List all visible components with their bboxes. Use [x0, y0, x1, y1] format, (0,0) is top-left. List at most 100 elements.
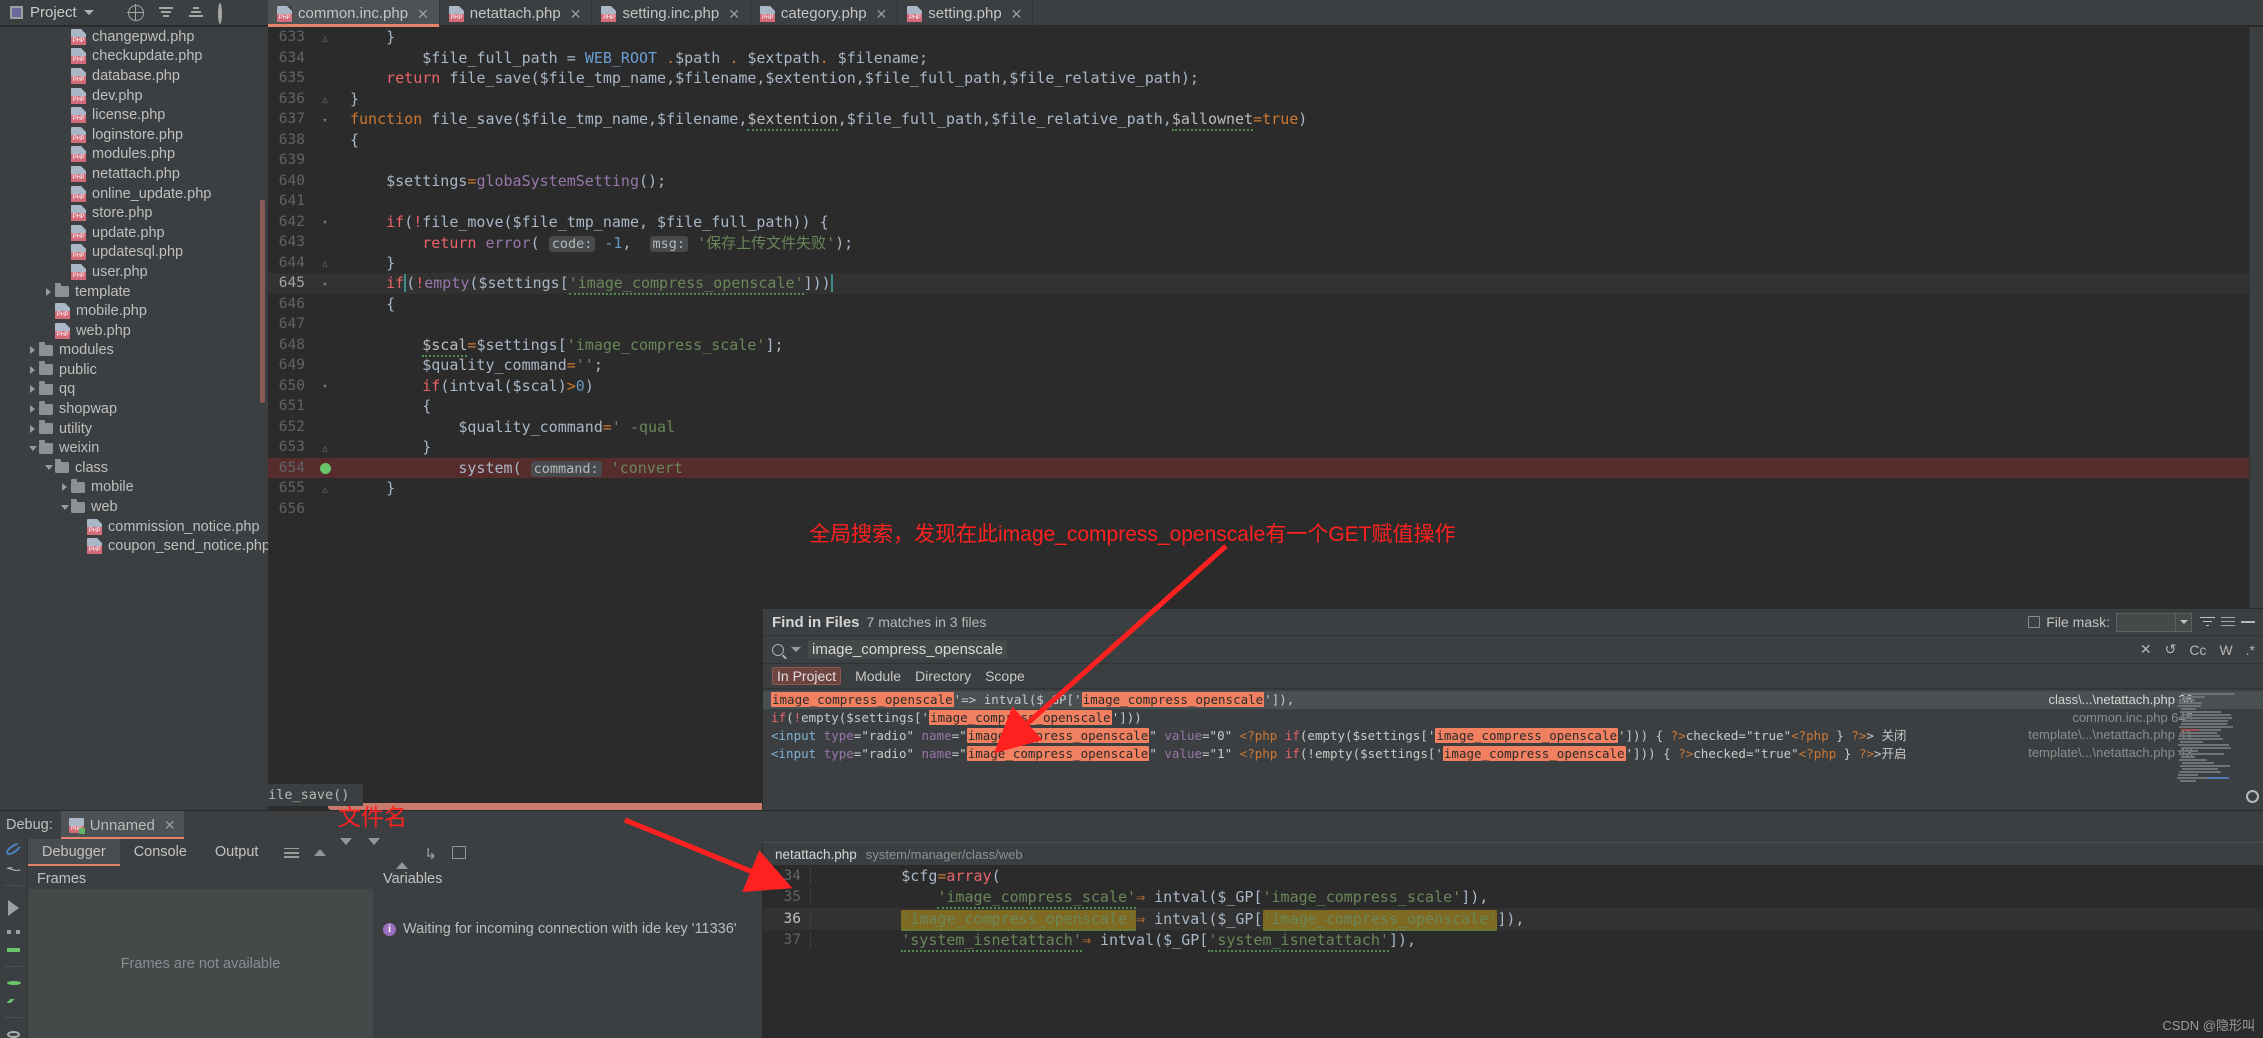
find-hide-icon[interactable] [2241, 621, 2255, 623]
debug-tab-output[interactable]: Output [201, 839, 273, 866]
frames-panel[interactable]: Frames are not available [28, 889, 373, 1038]
debug-tab-debugger[interactable]: Debugger [28, 839, 120, 866]
editor-tab-category-php[interactable]: category.php ✕ [751, 0, 898, 27]
tree-item-utility[interactable]: utility [0, 419, 268, 439]
show-threads-icon[interactable] [284, 845, 299, 860]
expand-all-icon[interactable] [158, 5, 174, 21]
tree-item-update-php[interactable]: update.php [0, 223, 268, 243]
chevron-right-icon[interactable] [26, 346, 39, 354]
file-mask-checkbox[interactable] [2028, 616, 2040, 628]
find-result-row[interactable]: if(!empty($settings['image_compress_open… [763, 709, 2263, 727]
code-line[interactable]: 635 return file_save($file_tmp_name,$fil… [268, 68, 2263, 89]
tree-item-modules[interactable]: modules [0, 341, 268, 361]
code-line[interactable]: 656 [268, 499, 2263, 520]
find-result-row[interactable]: image_compress_openscale'=> intval($_GP[… [763, 691, 2263, 709]
breakpoint-icon[interactable] [320, 463, 331, 474]
code-line[interactable]: 637 ▾ function file_save($file_tmp_name,$f… [268, 109, 2263, 130]
tree-item-public[interactable]: public [0, 360, 268, 380]
tree-item-modules-php[interactable]: modules.php [0, 145, 268, 165]
tree-item-store-php[interactable]: store.php [0, 203, 268, 223]
fold-marker[interactable]: △ [314, 256, 336, 269]
code-line[interactable]: 646 { [268, 294, 2263, 315]
code-line[interactable]: 652 $quality_command=' -qual [268, 417, 2263, 438]
code-line[interactable]: 650 ▾ if(intval($scal)>0) [268, 376, 2263, 397]
chevron-right-icon[interactable] [58, 483, 71, 491]
find-scope-directory[interactable]: Directory [915, 668, 971, 684]
tree-item-license-php[interactable]: license.php [0, 105, 268, 125]
chevron-right-icon[interactable] [26, 385, 39, 393]
tree-item-netattach-php[interactable]: netattach.php [0, 164, 268, 184]
view-breakpoints-icon[interactable] [7, 981, 21, 985]
preview-code-line[interactable]: 36 'image_compress_openscale'⇒ intval($_… [763, 908, 2263, 930]
tree-item-shopwap[interactable]: shopwap [0, 399, 268, 419]
close-icon[interactable]: ✕ [1011, 7, 1023, 21]
stop-icon[interactable] [7, 948, 20, 952]
reset-icon[interactable]: ↺ [2165, 641, 2177, 658]
code-line[interactable]: 654 system( command: 'convert [268, 458, 2263, 479]
search-input[interactable]: image_compress_openscale [808, 640, 1007, 659]
tree-item-commission_notice-php[interactable]: commission_notice.php [0, 517, 268, 537]
evaluate-expression-icon[interactable] [452, 846, 466, 859]
hide-icon[interactable] [248, 5, 264, 21]
code-line[interactable]: 651 { [268, 396, 2263, 417]
chevron-down-icon[interactable] [58, 505, 71, 510]
preview-code-line[interactable]: 35 'image_compress_scale'⇒ intval($_GP['… [763, 887, 2263, 909]
fold-marker[interactable]: ▾ [314, 113, 336, 126]
find-result-row[interactable]: <input type="radio" name="image_compress… [763, 744, 2263, 762]
mute-breakpoints-icon[interactable] [7, 999, 21, 1003]
tree-item-changepwd-php[interactable]: changepwd.php [0, 27, 268, 47]
find-scope-in-project[interactable]: In Project [772, 667, 841, 685]
regex-icon[interactable]: .* [2246, 642, 2255, 658]
find-scope-module[interactable]: Module [855, 668, 901, 684]
editor-tab-netattach-php[interactable]: netattach.php✕ [440, 0, 593, 27]
tree-item-weixin[interactable]: weixin [0, 438, 268, 458]
fold-marker[interactable]: △ [314, 482, 336, 495]
chevron-down-icon[interactable] [84, 10, 94, 15]
debug-tab-console[interactable]: Console [120, 839, 201, 866]
close-icon[interactable]: ✕ [164, 818, 176, 832]
editor-tab-common-inc-php[interactable]: common.inc.php✕ [268, 0, 440, 27]
step-over-icon[interactable] [312, 845, 327, 860]
preview-code-line[interactable]: 37 'system_isnetattach'⇒ intval($_GP['sy… [763, 930, 2263, 952]
close-icon[interactable]: ✕ [2140, 641, 2152, 658]
chevron-down-icon[interactable] [42, 465, 55, 470]
debug-session-tab[interactable]: Unnamed ✕ [61, 811, 184, 839]
filter-icon[interactable] [2200, 616, 2215, 629]
chevron-right-icon[interactable] [26, 405, 39, 413]
tree-item-mobile-php[interactable]: mobile.php [0, 301, 268, 321]
project-tree[interactable]: changepwd.phpcheckupdate.phpdatabase.php… [0, 27, 268, 810]
tree-item-user-php[interactable]: user.php [0, 262, 268, 282]
code-line[interactable]: 640 $settings=globaSystemSetting(); [268, 171, 2263, 192]
force-step-into-icon[interactable] [368, 845, 383, 860]
code-line[interactable]: 633 △ } [268, 27, 2263, 48]
find-in-files-popup[interactable]: Find in Files 7 matches in 3 files File … [762, 608, 2263, 810]
collapse-all-icon[interactable] [188, 5, 204, 21]
tree-item-qq[interactable]: qq [0, 380, 268, 400]
tree-item-dev-php[interactable]: dev.php [0, 86, 268, 106]
rerun-icon[interactable] [4, 841, 22, 857]
tree-item-database-php[interactable]: database.php [0, 66, 268, 86]
preview-code-line[interactable]: 34 $cfg=array( [763, 865, 2263, 887]
find-result-row[interactable]: <input type="radio" name="image_compress… [763, 726, 2263, 744]
tree-item-web[interactable]: web [0, 497, 268, 517]
tree-item-checkupdate-php[interactable]: checkupdate.php [0, 47, 268, 67]
code-line[interactable]: 653 △ } [268, 437, 2263, 458]
fold-marker[interactable]: ▾ [314, 277, 336, 290]
tree-item-mobile[interactable]: mobile [0, 478, 268, 498]
editor-tab-setting-php[interactable]: setting.php ✕ [898, 0, 1033, 27]
step-out-icon[interactable] [396, 845, 411, 860]
locate-icon[interactable] [128, 5, 144, 21]
code-line[interactable]: 639 [268, 150, 2263, 171]
code-line[interactable]: 641 [268, 191, 2263, 212]
match-case-icon[interactable]: Cc [2189, 642, 2206, 658]
code-line[interactable]: 649 $quality_command=''; [268, 355, 2263, 376]
tree-item-coupon_send_notice-php[interactable]: coupon_send_notice.php [0, 536, 268, 556]
fold-marker[interactable]: △ [314, 31, 336, 44]
tree-item-web-php[interactable]: web.php [0, 321, 268, 341]
code-line[interactable]: 644 △ } [268, 253, 2263, 274]
pause-program-icon[interactable] [7, 930, 20, 935]
find-results-minimap[interactable] [2177, 693, 2235, 785]
code-line[interactable]: 638{ [268, 130, 2263, 151]
code-line[interactable]: 642 ▾ if(!file_move($file_tmp_name, $file… [268, 212, 2263, 233]
find-settings-gear-icon[interactable] [2246, 790, 2259, 803]
